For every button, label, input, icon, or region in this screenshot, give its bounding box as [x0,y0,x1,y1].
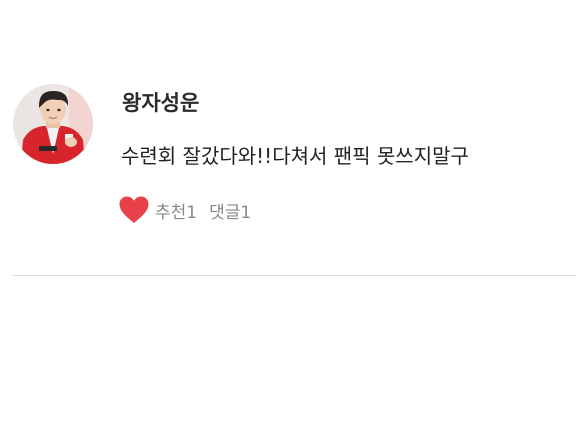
heart-icon [119,196,149,223]
comment-author[interactable]: 왕자성운 [122,87,199,117]
avatar[interactable] [13,84,93,164]
avatar-image [13,84,93,164]
comment-actions: 추천1 댓글1 [118,195,251,225]
like-button[interactable]: 추천1 [118,195,197,225]
comment-text: 수련회 잘갔다와!!다쳐서 팬픽 못쓰지말구 [121,144,469,168]
divider [13,275,576,276]
reply-count-button[interactable]: 댓글1 [209,198,251,223]
like-count-label: 추천1 [155,202,198,223]
comment-item: 왕자성운 수련회 잘갔다와!!다쳐서 팬픽 못쓰지말구 추천1 댓글1 [0,0,576,276]
